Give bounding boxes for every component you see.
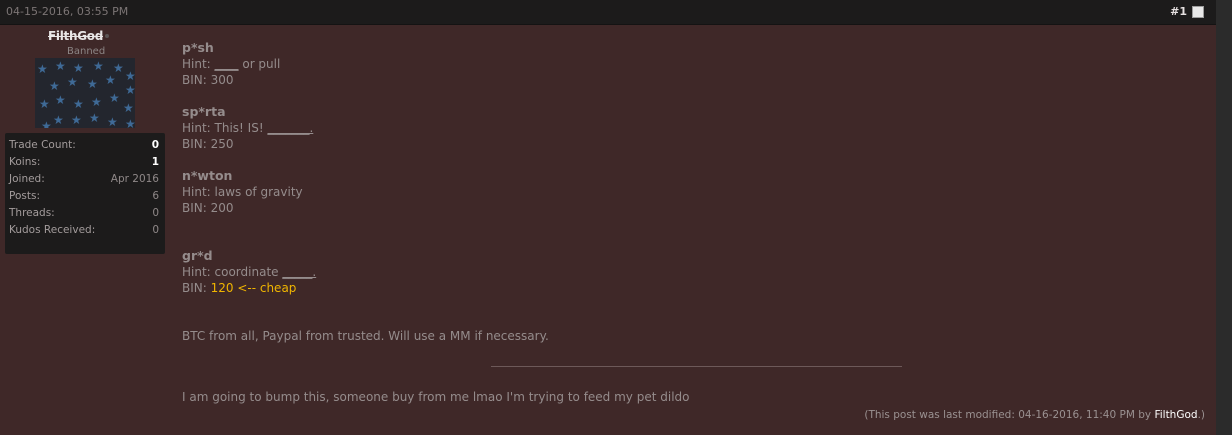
star-icon: ★ [71,113,82,127]
stat-koins: Koins: 1 [9,156,159,172]
edit-note-user-link[interactable]: FilthGod [1154,409,1197,421]
stat-value[interactable]: 1 [152,156,159,168]
user-title: Banned [67,46,106,57]
item-bin: BIN: 300 [182,73,234,87]
stat-value: 6 [152,190,159,202]
stat-threads: Threads: 0 [9,207,159,223]
star-icon: ★ [123,101,134,115]
item-name: p*sh [182,40,214,55]
user-stats-panel: Trade Count: 0 Koins: 1 Joined: Apr 2016… [5,133,165,254]
star-icon: ★ [67,75,78,89]
star-icon: ★ [87,77,98,91]
stat-label: Kudos Received: [9,224,96,236]
item-bin: BIN: 250 [182,137,234,151]
post-select-checkbox[interactable] [1192,6,1204,18]
hint-text: Hint: coordinate [182,265,283,279]
stat-value[interactable]: 0 [152,139,159,151]
stat-trade-count: Trade Count: 0 [9,139,159,155]
hint-blank: ____ [214,57,239,71]
item-name: gr*d [182,248,213,263]
star-icon: ★ [55,93,66,107]
star-icon: ★ [73,61,84,75]
stat-value: Apr 2016 [110,173,159,185]
bump-text: I am going to bump this, someone buy fro… [182,390,690,404]
stat-joined: Joined: Apr 2016 [9,173,159,189]
star-icon: ★ [39,97,50,111]
avatar[interactable]: ★ ★ ★ ★ ★ ★ ★ ★ ★ ★ ★ ★ ★ ★ ★ ★ ★ ★ ★ ★ ★ ★ ★ [35,58,135,128]
star-icon: ★ [125,83,135,97]
bin-label: BIN: [182,281,211,295]
offline-status-icon [105,34,109,38]
item-hint: Hint: laws of gravity [182,185,303,199]
item-bin: BIN: 200 [182,201,234,215]
post-header: 04-15-2016, 03:55 PM #1 [0,0,1216,25]
star-icon: ★ [107,115,118,128]
star-icon: ★ [41,119,52,128]
edit-note: (This post was last modified: 04-16-2016… [864,409,1205,421]
star-icon: ★ [37,62,48,76]
star-icon: ★ [109,91,120,105]
post-body: FilthGod Banned ★ ★ ★ ★ ★ ★ ★ ★ ★ ★ ★ ★ ★ ★ ★ ★ ★ ★ ★ ★ ★ ★ ★ … [0,25,1216,435]
bin-highlight: 120 <-- cheap [210,281,297,295]
star-icon: ★ [49,79,60,93]
edit-note-text: .) [1197,409,1205,421]
hint-blank: _____. [282,265,317,279]
item-name: n*wton [182,168,233,183]
stat-label: Threads: [9,207,55,219]
star-icon: ★ [73,97,84,111]
stat-value: 0 [152,224,159,236]
star-icon: ★ [93,59,104,73]
payment-text: BTC from all, Paypal from trusted. Will … [182,329,549,343]
item-hint: Hint: This! IS! _______. [182,121,313,135]
stat-posts: Posts: 6 [9,190,159,206]
stat-label: Trade Count: [9,139,76,151]
scrollbar[interactable] [1216,0,1232,435]
username-link[interactable]: FilthGod [48,29,103,43]
star-icon: ★ [55,59,66,73]
hint-text: Hint: This! IS! [182,121,268,135]
stat-value: 0 [152,207,159,219]
stat-label: Joined: [9,173,45,185]
item-hint: Hint: ____ or pull [182,57,280,71]
edit-note-text: (This post was last modified: 04-16-2016… [864,409,1155,421]
star-icon: ★ [125,117,135,128]
signature-divider [491,366,902,367]
item-name: sp*rta [182,104,226,119]
stat-kudos: Kudos Received: 0 [9,224,159,240]
star-icon: ★ [89,111,100,125]
star-icon: ★ [125,69,135,83]
hint-blank: _______. [267,121,314,135]
hint-text: Hint: [182,57,215,71]
star-icon: ★ [105,73,116,87]
stat-label: Koins: [9,156,41,168]
post-number-link[interactable]: #1 [1170,5,1187,18]
stat-label: Posts: [9,190,40,202]
star-icon: ★ [91,95,102,109]
item-hint: Hint: coordinate _____. [182,265,316,279]
star-icon: ★ [53,113,64,127]
post-date: 04-15-2016, 03:55 PM [6,5,129,18]
hint-text: or pull [238,57,281,71]
item-bin: BIN: 120 <-- cheap [182,281,296,295]
